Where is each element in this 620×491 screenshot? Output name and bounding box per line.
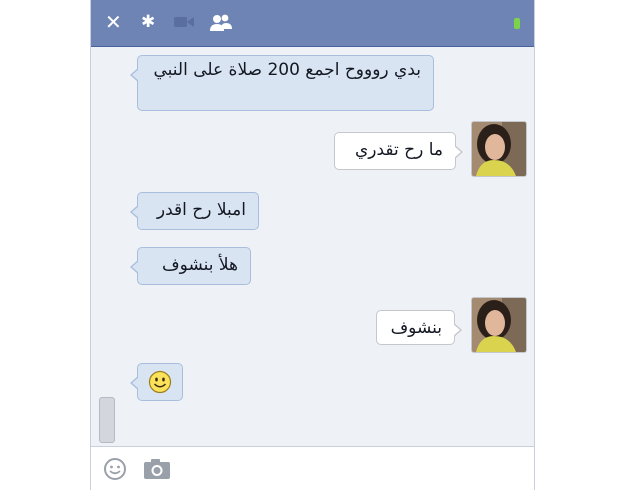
message-text: بنشوف bbox=[390, 318, 442, 338]
smiley-icon[interactable] bbox=[103, 457, 127, 481]
scrollbar[interactable] bbox=[99, 397, 115, 443]
message-incoming: امبلا رح اقدر bbox=[130, 192, 259, 230]
profile-photo bbox=[472, 122, 526, 176]
composer-bar[interactable] bbox=[91, 446, 534, 491]
close-icon[interactable]: ✕ bbox=[105, 12, 122, 32]
message-list[interactable]: بدي روووح اجمع 200 صلاة على النبي ما رح … bbox=[91, 47, 534, 445]
message-outgoing: ما رح تقدري bbox=[334, 132, 463, 170]
message-text: ما رح تقدري bbox=[354, 140, 443, 160]
avatar[interactable] bbox=[471, 297, 527, 353]
message-text: هلأ بنشوف bbox=[162, 255, 238, 275]
chat-window: ✕ ✱ بدي روووح اجمع 200 صلاة على النبي ما… bbox=[90, 0, 535, 491]
chat-titlebar: ✕ ✱ bbox=[91, 0, 534, 47]
message-outgoing: بنشوف bbox=[376, 310, 462, 345]
message-incoming: بدي روووح اجمع 200 صلاة على النبي bbox=[130, 55, 434, 111]
online-status-indicator bbox=[514, 18, 520, 29]
video-camera-icon[interactable] bbox=[174, 16, 194, 28]
message-text: امبلا رح اقدر bbox=[156, 200, 246, 220]
smiley-emoticon bbox=[148, 370, 172, 394]
message-incoming bbox=[130, 363, 183, 401]
add-friends-icon[interactable] bbox=[210, 14, 232, 32]
message-text: بدي روووح اجمع 200 صلاة على النبي bbox=[153, 60, 421, 80]
avatar[interactable] bbox=[471, 121, 527, 177]
message-incoming: هلأ بنشوف bbox=[130, 247, 251, 285]
gear-icon[interactable]: ✱ bbox=[141, 12, 155, 32]
profile-photo bbox=[472, 298, 526, 352]
camera-icon[interactable] bbox=[143, 457, 171, 481]
